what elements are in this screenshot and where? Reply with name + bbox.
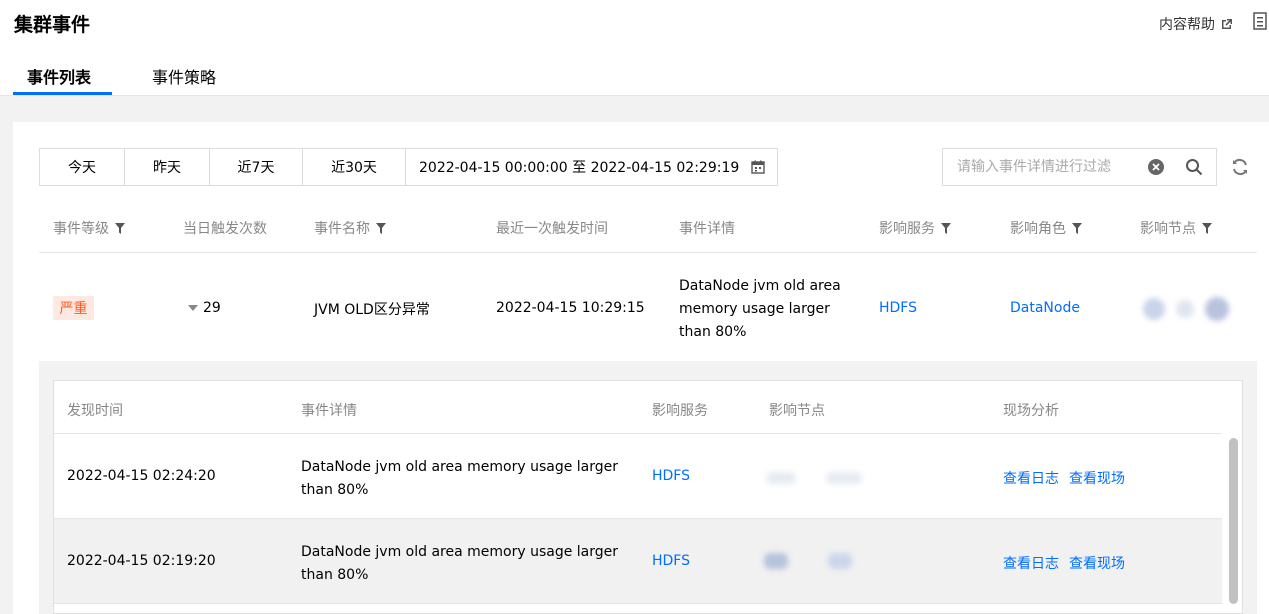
clear-icon[interactable] <box>1147 158 1165 176</box>
row-service-link[interactable]: HDFS <box>652 468 690 484</box>
row-detail: DataNode jvm old area memory usage large… <box>301 459 619 498</box>
filter-icon[interactable] <box>941 222 951 234</box>
view-log-link[interactable]: 查看日志 <box>1003 468 1059 488</box>
collapse-caret-icon[interactable] <box>188 305 198 311</box>
tab-event-list[interactable]: 事件列表 <box>27 64 91 88</box>
col-header-name[interactable]: 事件名称 <box>314 218 386 238</box>
filter-icon[interactable] <box>1202 222 1212 234</box>
event-search-input[interactable] <box>943 149 1139 185</box>
col-header-detail: 事件详情 <box>679 221 735 237</box>
date-30days-button[interactable]: 近30天 <box>303 149 406 185</box>
date-range-selector: 今天 昨天 近7天 近30天 2022-04-15 00:00:00 至 202… <box>39 148 778 186</box>
row-service-link[interactable]: HDFS <box>652 553 690 569</box>
event-search-box <box>942 148 1217 186</box>
col-header-service[interactable]: 影响服务 <box>879 218 951 238</box>
col-header-level[interactable]: 事件等级 <box>53 218 125 238</box>
help-link-label: 内容帮助 <box>1159 17 1215 33</box>
node-tag <box>764 553 788 569</box>
col-header-role[interactable]: 影响角色 <box>1010 218 1082 238</box>
count-cell[interactable]: 29 <box>188 300 221 316</box>
page-title: 集群事件 <box>14 14 91 36</box>
help-link[interactable]: 内容帮助 <box>1159 14 1233 34</box>
node-tag <box>828 553 852 569</box>
col-header-count: 当日触发次数 <box>183 221 267 237</box>
node-avatar <box>1176 300 1194 318</box>
col-header-node[interactable]: 影响节点 <box>1140 218 1212 238</box>
last-trigger-time: 2022-04-15 10:29:15 <box>496 300 645 316</box>
filter-icon[interactable] <box>376 222 386 234</box>
date-range-picker[interactable]: 2022-04-15 00:00:00 至 2022-04-15 02:29:1… <box>406 149 777 185</box>
event-detail: DataNode jvm old area memory usage large… <box>679 278 841 340</box>
event-name: JVM OLD区分异常 <box>314 302 430 318</box>
found-time: 2022-04-15 02:24:20 <box>67 468 216 484</box>
detail-col-node: 影响节点 <box>769 403 825 419</box>
filter-icon[interactable] <box>115 222 125 234</box>
date-range-text: 2022-04-15 00:00:00 至 2022-04-15 02:29:1… <box>419 160 740 176</box>
found-time: 2022-04-15 02:19:20 <box>67 553 216 569</box>
search-icon[interactable] <box>1185 158 1203 176</box>
detail-col-analysis: 现场分析 <box>1003 403 1059 419</box>
node-avatar <box>1143 298 1165 320</box>
active-tab-indicator <box>13 92 112 95</box>
node-tag <box>826 472 862 484</box>
detail-col-service: 影响服务 <box>652 403 708 419</box>
col-header-last-time: 最近一次触发时间 <box>496 221 608 237</box>
node-avatar <box>1205 297 1229 321</box>
node-tag <box>766 472 796 484</box>
calendar-icon <box>751 160 765 174</box>
detail-col-detail: 事件详情 <box>301 403 357 419</box>
date-7days-button[interactable]: 近7天 <box>210 149 303 185</box>
view-scene-link[interactable]: 查看现场 <box>1069 468 1125 488</box>
severity-badge: 严重 <box>53 296 94 320</box>
row-actions: 查看日志 查看现场 <box>1003 553 1125 573</box>
row-detail: DataNode jvm old area memory usage large… <box>301 544 619 583</box>
view-log-link[interactable]: 查看日志 <box>1003 553 1059 573</box>
refresh-icon[interactable] <box>1230 157 1250 177</box>
service-link[interactable]: HDFS <box>879 300 917 316</box>
trigger-count: 29 <box>203 300 221 316</box>
page-header: 集群事件 内容帮助 事件列表 事件策略 <box>0 0 1269 96</box>
external-link-icon <box>1222 19 1232 29</box>
tab-event-policy[interactable]: 事件策略 <box>152 64 216 88</box>
role-link[interactable]: DataNode <box>1010 300 1080 316</box>
date-today-button[interactable]: 今天 <box>40 149 125 185</box>
row-actions: 查看日志 查看现场 <box>1003 468 1125 488</box>
table-header-divider <box>39 252 1257 253</box>
scrollbar-thumb[interactable] <box>1229 438 1238 604</box>
menu-icon[interactable] <box>1253 12 1267 30</box>
date-yesterday-button[interactable]: 昨天 <box>125 149 210 185</box>
filter-icon[interactable] <box>1072 222 1082 234</box>
view-scene-link[interactable]: 查看现场 <box>1069 553 1125 573</box>
detail-col-time: 发现时间 <box>67 403 123 419</box>
